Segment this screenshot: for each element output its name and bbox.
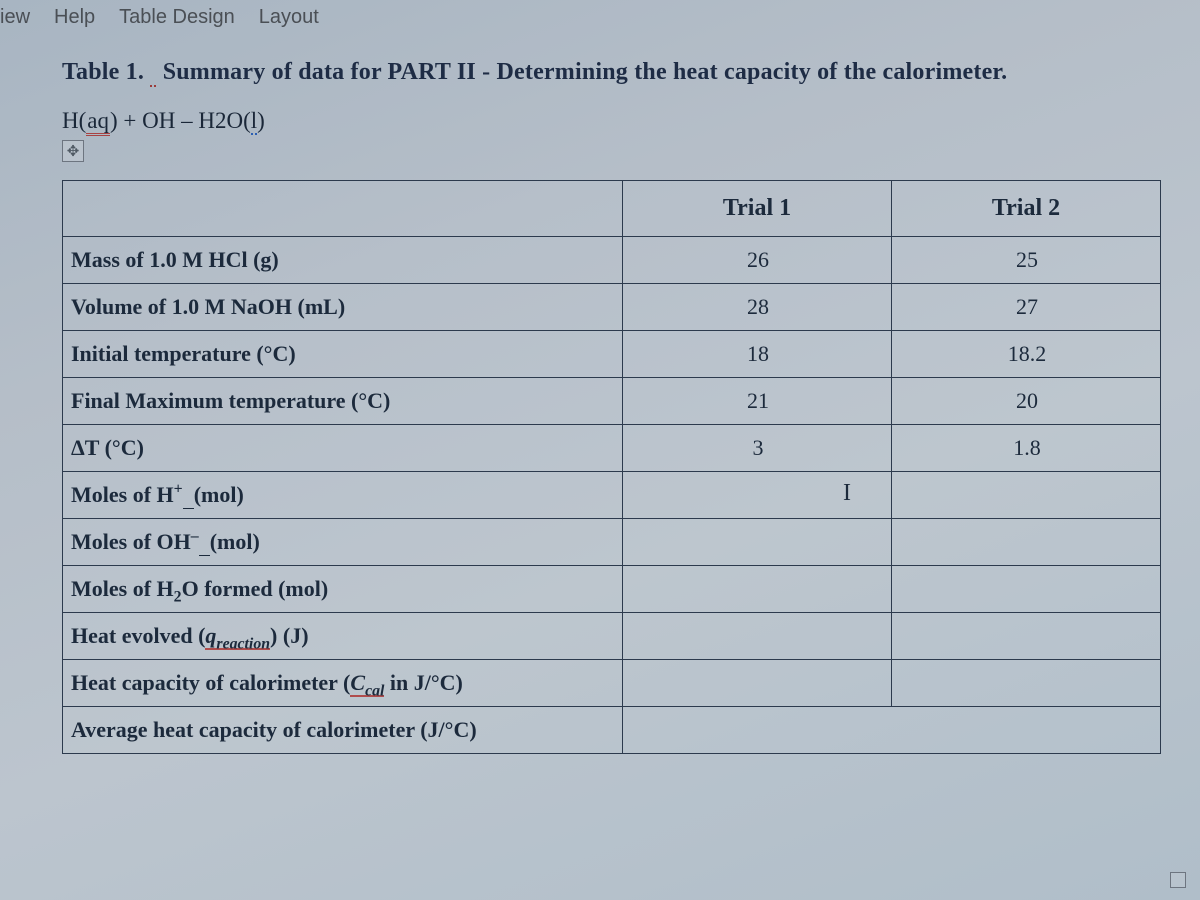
header-trial2: Trial 2: [892, 181, 1161, 237]
val-heat-evolved-t2[interactable]: [892, 613, 1161, 660]
data-table[interactable]: Trial 1 Trial 2 Mass of 1.0 M HCl (g) 26…: [62, 180, 1161, 754]
row-moles-h[interactable]: Moles of H+ (mol) I: [63, 472, 1161, 519]
title-spacer: [150, 59, 156, 87]
header-blank: [63, 181, 623, 237]
val-moles-h2o-t2[interactable]: [892, 566, 1161, 613]
label-moles-h: Moles of H+ (mol): [63, 472, 623, 519]
val-heat-cap-t1[interactable]: [623, 660, 892, 707]
eq-h-open: H(: [62, 108, 86, 133]
val-temp-final-t2[interactable]: 20: [892, 378, 1161, 425]
label-temp-init: Initial temperature (°C): [63, 331, 623, 378]
eq-middle: ) + OH – H2O(: [110, 108, 251, 133]
val-delta-t-t1[interactable]: 3: [623, 425, 892, 472]
table-anchor-icon[interactable]: ✥: [62, 140, 84, 162]
menu-help[interactable]: Help: [54, 6, 95, 29]
label-avg-heat-cap: Average heat capacity of calorimeter (J/…: [63, 707, 623, 754]
label-temp-final: Final Maximum temperature (°C): [63, 378, 623, 425]
val-moles-oh-t1[interactable]: [623, 519, 892, 566]
label-moles-oh: Moles of OH– (mol): [63, 519, 623, 566]
label-delta-t: ΔT (°C): [63, 425, 623, 472]
header-trial1: Trial 1: [623, 181, 892, 237]
row-temp-init[interactable]: Initial temperature (°C) 18 18.2: [63, 331, 1161, 378]
val-vol-naoh-t2[interactable]: 27: [892, 284, 1161, 331]
document-area[interactable]: Table 1. Summary of data for PART II - D…: [0, 59, 1200, 754]
val-temp-init-t2[interactable]: 18.2: [892, 331, 1161, 378]
row-heat-evolved[interactable]: Heat evolved (qreaction) (J): [63, 613, 1161, 660]
row-temp-final[interactable]: Final Maximum temperature (°C) 21 20: [63, 378, 1161, 425]
table-title: Table 1. Summary of data for PART II - D…: [62, 59, 1160, 86]
table-header-row: Trial 1 Trial 2: [63, 181, 1161, 237]
val-vol-naoh-t1[interactable]: 28: [623, 284, 892, 331]
eq-aq: aq: [86, 108, 110, 136]
label-vol-naoh: Volume of 1.0 M NaOH (mL): [63, 284, 623, 331]
menu-layout[interactable]: Layout: [259, 6, 319, 29]
eq-end: ): [257, 108, 265, 133]
row-delta-t[interactable]: ΔT (°C) 3 1.8: [63, 425, 1161, 472]
row-avg-heat-cap[interactable]: Average heat capacity of calorimeter (J/…: [63, 707, 1161, 754]
val-moles-h-t1[interactable]: I: [623, 472, 892, 519]
val-temp-init-t1[interactable]: 18: [623, 331, 892, 378]
row-mass-hcl[interactable]: Mass of 1.0 M HCl (g) 26 25: [63, 237, 1161, 284]
val-heat-cap-t2[interactable]: [892, 660, 1161, 707]
row-moles-oh[interactable]: Moles of OH– (mol): [63, 519, 1161, 566]
title-rest: Summary of data for PART II - Determinin…: [163, 59, 1008, 85]
val-mass-hcl-t2[interactable]: 25: [892, 237, 1161, 284]
menu-view[interactable]: iew: [0, 6, 30, 29]
val-moles-h2o-t1[interactable]: [623, 566, 892, 613]
text-cursor-icon: I: [843, 480, 851, 507]
menu-bar: iew Help Table Design Layout: [0, 0, 1200, 37]
row-heat-cap[interactable]: Heat capacity of calorimeter (Ccal in J/…: [63, 660, 1161, 707]
label-moles-h2o: Moles of H2O formed (mol): [63, 566, 623, 613]
val-moles-h-t2[interactable]: [892, 472, 1161, 519]
val-delta-t-t2[interactable]: 1.8: [892, 425, 1161, 472]
reaction-equation: H(aq) + OH – H2O(l): [62, 108, 1160, 134]
row-vol-naoh[interactable]: Volume of 1.0 M NaOH (mL) 28 27: [63, 284, 1161, 331]
val-avg-heat-cap[interactable]: [623, 707, 1161, 754]
menu-table-design[interactable]: Table Design: [119, 6, 235, 29]
val-heat-evolved-t1[interactable]: [623, 613, 892, 660]
label-mass-hcl: Mass of 1.0 M HCl (g): [63, 237, 623, 284]
val-mass-hcl-t1[interactable]: 26: [623, 237, 892, 284]
title-prefix: Table 1.: [62, 59, 144, 85]
val-moles-oh-t2[interactable]: [892, 519, 1161, 566]
label-heat-evolved: Heat evolved (qreaction) (J): [63, 613, 623, 660]
val-temp-final-t1[interactable]: 21: [623, 378, 892, 425]
resize-handle-icon[interactable]: [1170, 872, 1186, 888]
row-moles-h2o[interactable]: Moles of H2O formed (mol): [63, 566, 1161, 613]
label-heat-cap: Heat capacity of calorimeter (Ccal in J/…: [63, 660, 623, 707]
